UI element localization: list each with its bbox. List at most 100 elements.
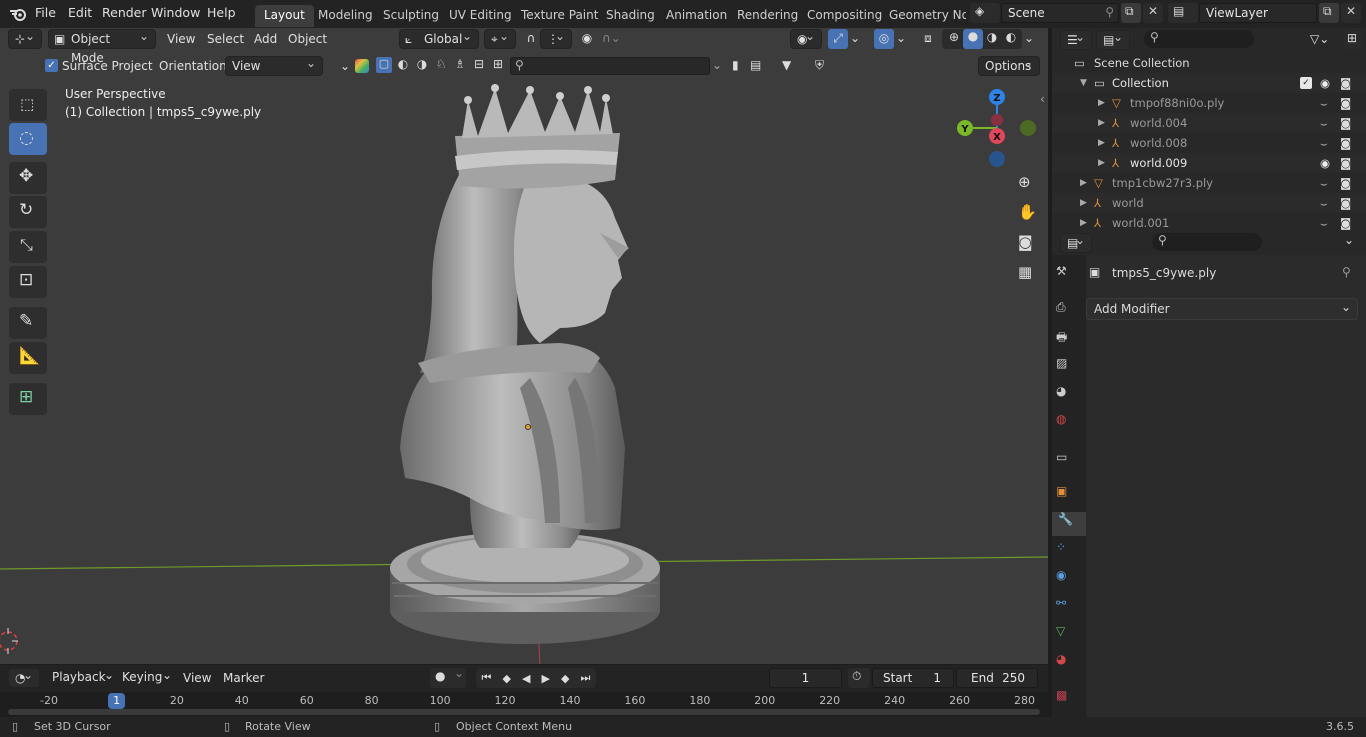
menu-edit[interactable]: Edit <box>68 5 92 20</box>
outliner-item[interactable]: ▼ ▭ Collection ✓ ◉ ◙ <box>1052 73 1366 93</box>
play-icon[interactable]: ▶ <box>542 672 550 685</box>
new-viewlayer-button[interactable]: ⧉ <box>1319 3 1339 23</box>
delete-scene-button[interactable]: ✕ <box>1143 3 1163 23</box>
render-camera-icon[interactable]: ◙ <box>1340 73 1351 93</box>
snap-perpendicular-icon[interactable]: ⊞ <box>490 57 506 75</box>
xray-toggle[interactable]: ⧈ <box>918 29 938 49</box>
visibility-dropdown[interactable]: ◉ <box>790 28 822 49</box>
outliner-editor-type-dropdown[interactable]: ☰ <box>1060 28 1092 50</box>
expand-arrow-icon[interactable]: ▶ <box>1098 93 1105 113</box>
eye-closed-icon[interactable]: ⌣ <box>1320 113 1328 133</box>
mode-dropdown[interactable]: ▣ Object Mode <box>48 28 156 65</box>
physics-tab-icon[interactable]: ◉ <box>1056 568 1082 592</box>
tab-sculpting[interactable]: Sculpting <box>374 5 448 27</box>
output-tab-icon[interactable]: 🖶 <box>1056 328 1082 352</box>
outliner-scene-collection[interactable]: ▭ Scene Collection <box>1052 53 1366 73</box>
timeline-scrollbar[interactable] <box>8 709 1040 715</box>
surface-project-checkbox[interactable]: ✓ <box>45 59 58 72</box>
constraints-tab-icon[interactable]: ⚯ <box>1056 596 1082 620</box>
menu-file[interactable]: File <box>35 5 56 20</box>
timeline-menu-marker[interactable]: Marker <box>223 669 264 689</box>
playback-dropdown[interactable]: Playback ⌄ <box>46 668 116 688</box>
properties-search-input[interactable]: ⚲ <box>1152 233 1262 251</box>
tab-layout[interactable]: Layout <box>255 5 314 27</box>
filter-toggle-icon[interactable]: ⌄ <box>712 58 722 72</box>
shield-icon[interactable]: ⛨ <box>815 58 824 73</box>
sidebar-toggle-icon[interactable]: ‹ <box>1040 92 1045 106</box>
camera-view-button[interactable]: ◙ <box>1012 230 1038 256</box>
tool-tab-icon[interactable]: ⚒ <box>1056 264 1082 288</box>
scene-browse-button[interactable]: ◈ <box>970 3 1000 23</box>
texture-tab-icon[interactable]: ▩ <box>1056 688 1082 712</box>
eye-closed-icon[interactable]: ⌣ <box>1320 213 1328 233</box>
rotate-tool[interactable]: ↻ <box>9 196 47 228</box>
pin-icon[interactable]: ⚲ <box>1342 265 1351 279</box>
eye-icon[interactable]: ◉ <box>1320 73 1330 93</box>
blender-logo-icon[interactable] <box>9 6 27 22</box>
pin-icon[interactable]: ⚲ <box>1105 5 1114 19</box>
render-camera-icon[interactable]: ◙ <box>1340 213 1351 233</box>
tab-animation[interactable]: Animation <box>657 5 736 27</box>
pivot-point-dropdown[interactable]: ⌖ <box>484 28 516 49</box>
outliner-search-input[interactable]: ⚲ <box>1144 30 1254 48</box>
expand-arrow-icon[interactable]: ▼ <box>1080 73 1087 93</box>
render-camera-icon[interactable]: ◙ <box>1340 133 1351 153</box>
gizmo-toggle[interactable]: ⤢ <box>828 29 848 49</box>
toggle-projection-button[interactable]: ▦ <box>1012 260 1038 286</box>
zoom-button[interactable]: ⊕ <box>1012 170 1038 196</box>
eye-closed-icon[interactable]: ⌣ <box>1320 173 1328 193</box>
solid-shading-icon[interactable]: ● <box>963 29 983 49</box>
pan-button[interactable]: ✋ <box>1012 200 1038 226</box>
material-shading-icon[interactable]: ◑ <box>983 30 1001 44</box>
add-cube-tool[interactable]: ⊞ <box>9 383 47 415</box>
timeline-editor-type-dropdown[interactable]: ◔ <box>8 666 40 688</box>
timeline-menu-view[interactable]: View <box>183 669 211 689</box>
menu-window[interactable]: Window <box>151 5 200 20</box>
prev-keyframe-icon[interactable]: ◆ <box>502 672 510 685</box>
modifier-tab-icon[interactable]: 🔧 <box>1052 512 1086 536</box>
render-camera-icon[interactable]: ◙ <box>1340 93 1351 113</box>
scale-tool[interactable]: ⤡ <box>9 231 47 263</box>
snap-vertex-icon[interactable]: ◐ <box>395 57 411 75</box>
tab-modeling[interactable]: Modeling <box>309 5 382 27</box>
outliner-item[interactable]: ▶ ⅄ world.009 ◉ ◙ <box>1052 153 1366 173</box>
render-camera-icon[interactable]: ◙ <box>1340 113 1351 133</box>
render-camera-icon[interactable]: ◙ <box>1340 173 1351 193</box>
transform-orientation-dropdown[interactable]: ⟀ Global <box>399 28 479 49</box>
transform-tool[interactable]: ⊡ <box>9 266 47 298</box>
timeline-ruler[interactable]: -20 1 20 40 60 80 100 120 140 160 180 200 220 240 260 2… <box>0 692 1048 717</box>
outliner-item[interactable]: ▶ ⅄ world ⌣ ◙ <box>1052 193 1366 213</box>
move-tool[interactable]: ✥ <box>9 162 47 194</box>
expand-arrow-icon[interactable]: ▶ <box>1080 193 1087 213</box>
menu-help[interactable]: Help <box>207 5 236 20</box>
tab-shading[interactable]: Shading <box>597 5 664 27</box>
menu-object[interactable]: Object <box>288 30 327 50</box>
overlays-toggle[interactable]: ◎ <box>874 29 894 49</box>
new-collection-button[interactable]: ⊞ <box>1344 31 1362 49</box>
outliner-item[interactable]: ▶ ⅄ world.004 ⌣ ◙ <box>1052 113 1366 133</box>
menu-render[interactable]: Render <box>102 5 147 20</box>
menu-view[interactable]: View <box>167 30 195 50</box>
falloff-dropdown[interactable]: ∩⌄ <box>602 29 626 49</box>
snap-edge-icon[interactable]: ◑ <box>414 57 430 75</box>
expand-arrow-icon[interactable]: ▶ <box>1080 213 1087 233</box>
measure-tool[interactable]: 📐 <box>9 342 47 374</box>
gizmo-dropdown[interactable]: ⌄ <box>850 29 864 49</box>
editor-type-dropdown[interactable]: ⊹ <box>8 28 42 49</box>
next-keyframe-icon[interactable]: ◆ <box>561 672 569 685</box>
outliner-filter-dropdown[interactable]: ▽⌄ <box>1310 30 1340 50</box>
viewlayer-browse-button[interactable]: ▤ <box>1168 3 1198 23</box>
jump-start-icon[interactable]: ⏮ <box>482 671 492 685</box>
jump-end-icon[interactable]: ⏭ <box>581 671 591 685</box>
viewlayer-name-field[interactable]: ViewLayer <box>1199 3 1317 23</box>
outliner-item[interactable]: ▶ ⅄ world.001 ⌣ ◙ <box>1052 213 1366 233</box>
current-frame-field[interactable]: 1 <box>769 668 842 688</box>
eye-closed-icon[interactable]: ⌣ <box>1320 133 1328 153</box>
display-mode-dropdown[interactable]: ▤ <box>1096 28 1130 50</box>
eye-closed-icon[interactable]: ⌣ <box>1320 93 1328 113</box>
menu-add[interactable]: Add <box>254 30 277 50</box>
collection-tab-icon[interactable]: ▭ <box>1056 450 1082 474</box>
filter-icon[interactable]: ▼ <box>782 58 791 72</box>
object-tab-icon[interactable]: ▣ <box>1056 484 1082 508</box>
view-layer-tab-icon[interactable]: ▨ <box>1056 356 1082 380</box>
